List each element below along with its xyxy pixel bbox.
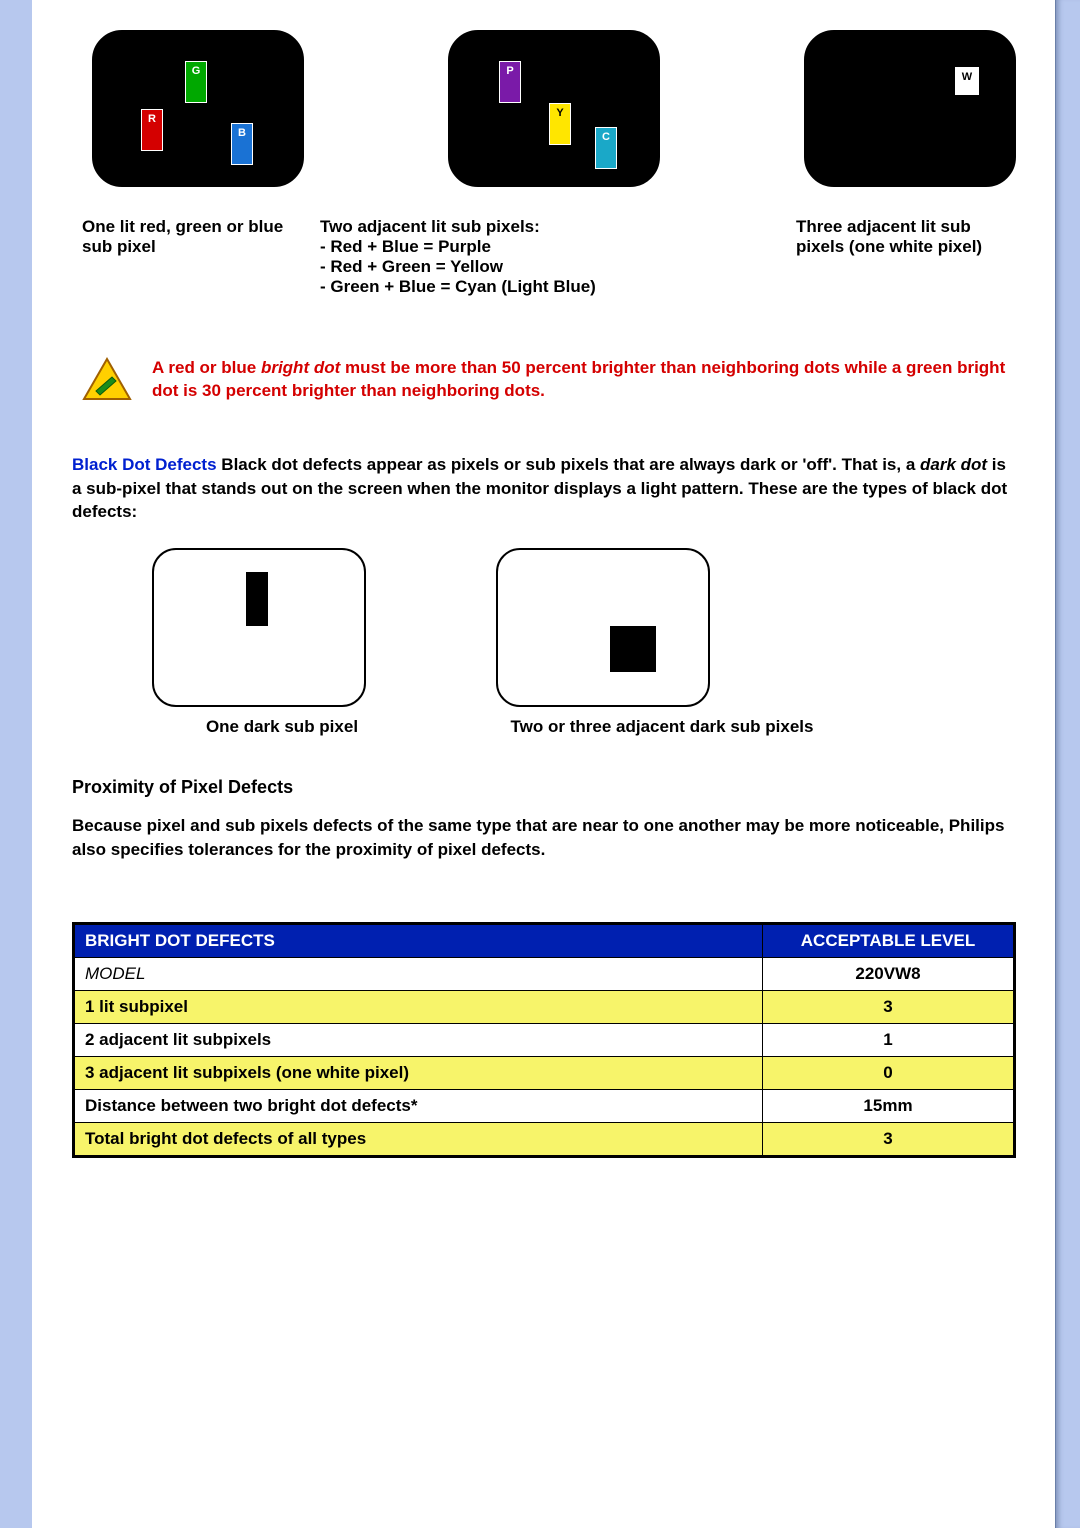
proximity-heading: Proximity of Pixel Defects [72, 777, 1016, 798]
bright-dot-captions: One lit red, green or blue sub pixel Two… [82, 217, 1016, 297]
table-cell-value: 3 [763, 990, 1015, 1023]
note-italic: bright dot [261, 358, 340, 377]
caption-two-line2: - Red + Green = Yellow [320, 257, 788, 277]
scrollbar-rail[interactable] [1055, 0, 1080, 1528]
bright-dot-note: A red or blue bright dot must be more th… [82, 357, 1016, 403]
black-dot-italic: dark dot [920, 455, 987, 474]
figure-multi-dark-subpixel [496, 548, 710, 707]
caption-three-subpixels: Three adjacent lit sub pixels (one white… [796, 217, 1016, 297]
table-cell-label: 3 adjacent lit subpixels (one white pixe… [74, 1056, 763, 1089]
table-row: 3 adjacent lit subpixels (one white pixe… [74, 1056, 1015, 1089]
purple-subpixel-icon: P [499, 61, 521, 103]
blue-subpixel-icon: B [231, 123, 253, 165]
table-cell-value: 0 [763, 1056, 1015, 1089]
caption-two-line1: - Red + Blue = Purple [320, 237, 788, 257]
table-cell-label: 2 adjacent lit subpixels [74, 1023, 763, 1056]
figure-two-subpixels: P Y C [448, 30, 660, 187]
dark-subpixel-group-icon [610, 626, 656, 672]
cyan-subpixel-icon: C [595, 127, 617, 169]
dark-subpixel-icon [246, 572, 268, 626]
caption-two-title: Two adjacent lit sub pixels: [320, 217, 788, 237]
table-row: MODEL220VW8 [74, 957, 1015, 990]
green-subpixel-icon: G [185, 61, 207, 103]
caption-one-subpixel: One lit red, green or blue sub pixel [82, 217, 312, 297]
caption-two-subpixels: Two adjacent lit sub pixels: - Red + Blu… [320, 217, 788, 297]
caption-two-line3: - Green + Blue = Cyan (Light Blue) [320, 277, 788, 297]
figure-one-dark-subpixel [152, 548, 366, 707]
table-cell-value: 15mm [763, 1089, 1015, 1122]
table-cell-label: Distance between two bright dot defects* [74, 1089, 763, 1122]
table-row: 1 lit subpixel3 [74, 990, 1015, 1023]
white-pixel-icon: W [955, 67, 979, 95]
table-row: Distance between two bright dot defects*… [74, 1089, 1015, 1122]
black-dot-lead: Black Dot Defects [72, 455, 217, 474]
table-cell-value: 220VW8 [763, 957, 1015, 990]
dark-dot-captions: One dark sub pixel Two or three adjacent… [152, 717, 1016, 737]
bright-dot-figures: R G B P Y C W [92, 30, 1016, 187]
caption-one-dark: One dark sub pixel [152, 717, 412, 737]
warning-icon [82, 357, 132, 401]
figure-one-subpixel: R G B [92, 30, 304, 187]
table-cell-label: 1 lit subpixel [74, 990, 763, 1023]
table-header-row: BRIGHT DOT DEFECTS ACCEPTABLE LEVEL [74, 923, 1015, 957]
black-dot-body1: Black dot defects appear as pixels or su… [217, 455, 920, 474]
table-cell-label: Total bright dot defects of all types [74, 1122, 763, 1156]
proximity-paragraph: Because pixel and sub pixels defects of … [72, 814, 1016, 862]
bright-dot-note-text: A red or blue bright dot must be more th… [152, 357, 1016, 403]
dark-dot-figures [152, 548, 1016, 707]
red-subpixel-icon: R [141, 109, 163, 151]
table-cell-value: 3 [763, 1122, 1015, 1156]
yellow-subpixel-icon: Y [549, 103, 571, 145]
table-cell-value: 1 [763, 1023, 1015, 1056]
table-cell-label: MODEL [74, 957, 763, 990]
table-header-right: ACCEPTABLE LEVEL [763, 923, 1015, 957]
document-page: R G B P Y C W One lit red, green or blue… [32, 0, 1056, 1528]
table-row: 2 adjacent lit subpixels1 [74, 1023, 1015, 1056]
black-dot-paragraph: Black Dot Defects Black dot defects appe… [72, 453, 1016, 524]
bright-dot-defects-table: BRIGHT DOT DEFECTS ACCEPTABLE LEVEL MODE… [72, 922, 1016, 1158]
caption-multi-dark: Two or three adjacent dark sub pixels [472, 717, 852, 737]
note-part1: A red or blue [152, 358, 261, 377]
table-header-left: BRIGHT DOT DEFECTS [74, 923, 763, 957]
table-row: Total bright dot defects of all types3 [74, 1122, 1015, 1156]
figure-three-subpixels: W [804, 30, 1016, 187]
